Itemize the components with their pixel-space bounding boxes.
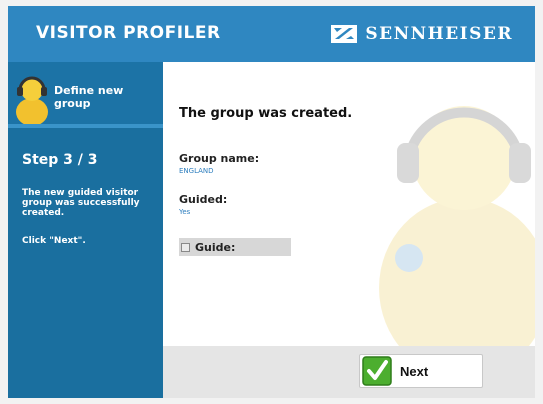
visitor-headphones-icon <box>16 76 48 124</box>
checkmark-icon <box>362 356 392 386</box>
sidebar-heading: Define new group <box>54 84 124 110</box>
expand-box-icon[interactable] <box>181 242 190 252</box>
guided-label: Guided: <box>179 193 228 206</box>
background-visitor-illustration <box>379 106 535 346</box>
step-description: The new guided visitor group was success… <box>22 188 140 218</box>
guided-value: Yes <box>179 208 191 216</box>
app-title: VISITOR PROFILER <box>36 23 221 43</box>
brand-name: SENNHEISER <box>365 24 513 44</box>
sennheiser-logo: SENNHEISER <box>331 24 513 44</box>
guide-expander[interactable]: Guide: <box>179 238 291 256</box>
footer-bar: Next <box>163 346 535 398</box>
success-message: The group was created. <box>179 106 353 121</box>
header-bar: VISITOR PROFILER SENNHEISER <box>8 6 535 62</box>
next-button[interactable]: Next <box>359 354 483 388</box>
content-panel: The group was created. Group name: ENGLA… <box>163 62 535 346</box>
sennheiser-logo-icon <box>331 25 358 43</box>
sidebar: Define new group Step 3 / 3 The new guid… <box>8 62 163 398</box>
group-name-label: Group name: <box>179 152 260 165</box>
sidebar-heading-panel: Define new group <box>8 62 163 128</box>
group-name-value: ENGLAND <box>179 167 214 175</box>
guide-label: Guide: <box>195 240 236 254</box>
step-hint: Click "Next". <box>22 236 86 246</box>
step-indicator: Step 3 / 3 <box>22 152 98 168</box>
next-button-label: Next <box>400 363 429 379</box>
wizard-window: VISITOR PROFILER SENNHEISER Define new g… <box>8 6 535 398</box>
